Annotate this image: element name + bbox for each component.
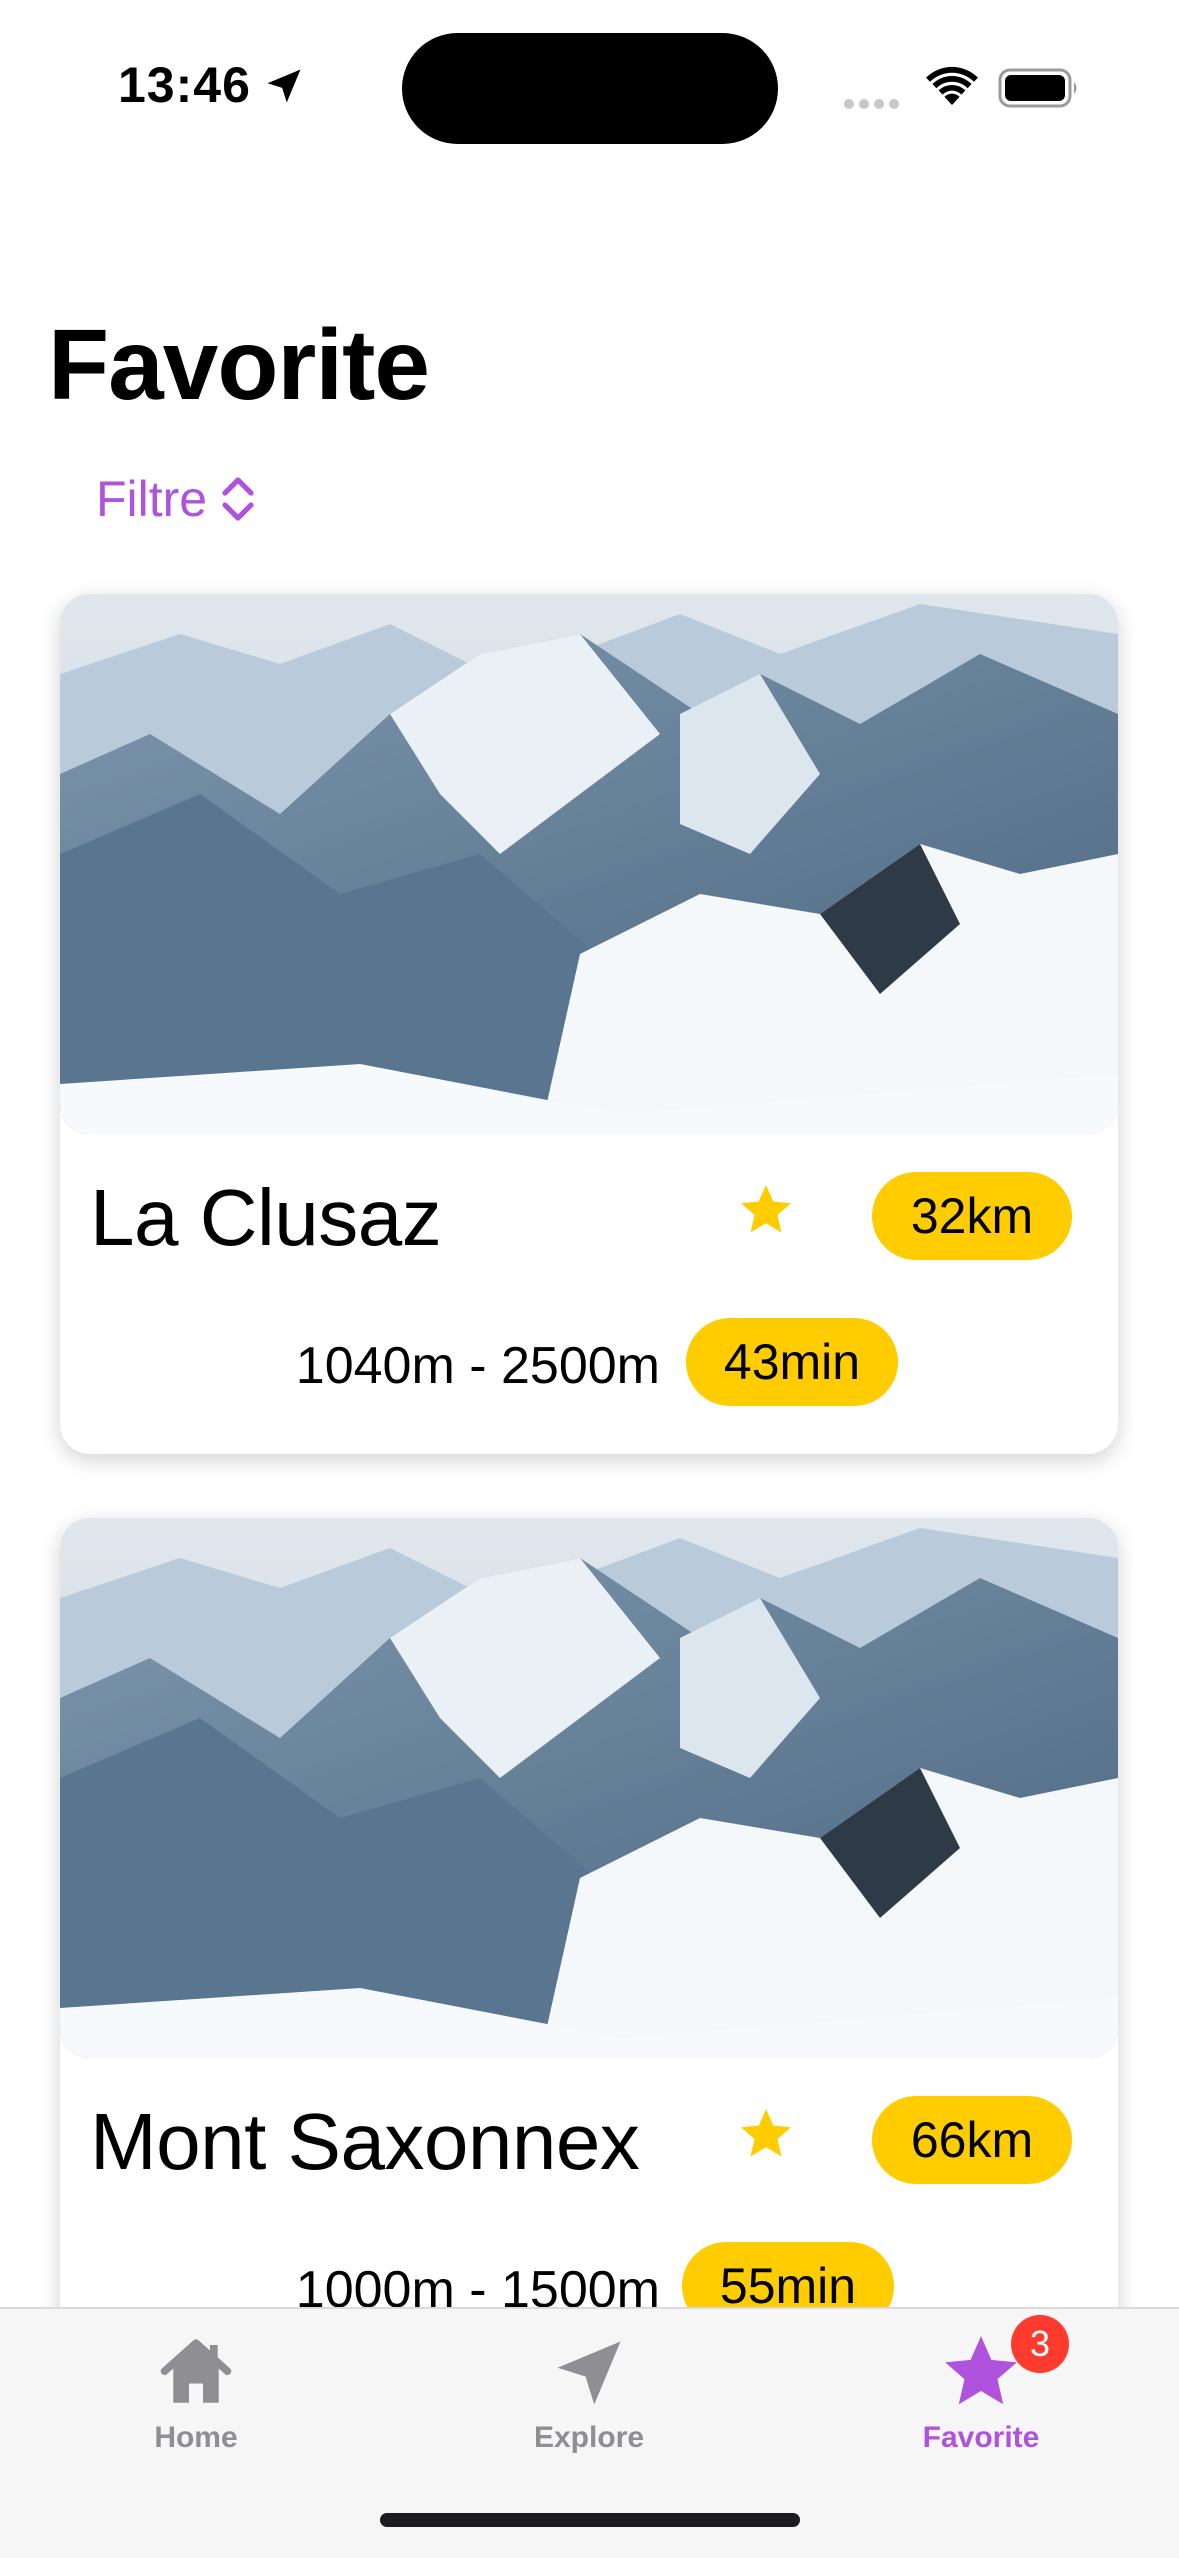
dynamic-island [402, 33, 778, 144]
distance-badge: 66km [872, 2096, 1072, 2184]
location-arrow-icon [267, 69, 301, 103]
favorite-star-icon[interactable] [736, 1180, 796, 1240]
tab-home-label: Home [154, 2421, 238, 2454]
travel-time-badge: 55min [682, 2242, 894, 2308]
tab-explore[interactable]: Explore [489, 2309, 689, 2455]
page-title: Favorite [48, 309, 430, 421]
distance-badge: 32km [872, 1172, 1072, 1260]
tab-home[interactable]: Home [96, 2309, 296, 2455]
filter-label: Filtre [96, 471, 208, 527]
altitude-range: 1000m - 1500m [295, 2261, 660, 2308]
favorite-star-icon[interactable] [736, 2104, 796, 2164]
location-arrow-icon [557, 2341, 621, 2405]
resort-name: Mont Saxonnex [90, 2097, 640, 2186]
resort-card[interactable]: La Clusaz 32km 1040m - 2500m 43min [60, 594, 1118, 1454]
mountain-photo [60, 594, 1118, 1134]
filter-button[interactable]: Filtre [96, 470, 255, 528]
cellular-signal-icon [844, 96, 904, 114]
travel-time-badge: 43min [686, 1318, 898, 1406]
tab-explore-label: Explore [533, 2421, 645, 2454]
battery-icon [998, 68, 1077, 108]
altitude-range: 1040m - 2500m [295, 1337, 660, 1395]
mountain-photo [60, 1518, 1118, 2058]
home-indicator [380, 2513, 800, 2527]
favorite-count-badge: 3 [1011, 2315, 1069, 2373]
resort-name: La Clusaz [90, 1173, 442, 1262]
chevron-up-down-icon [222, 477, 254, 521]
resort-card[interactable]: Mont Saxonnex 66km 1000m - 1500m 55min [60, 1518, 1118, 2308]
wifi-icon [926, 66, 978, 105]
status-time: 13:46 [118, 57, 251, 113]
resort-list[interactable]: La Clusaz 32km 1040m - 2500m 43min Mont … [0, 580, 1179, 2308]
tab-favorite[interactable]: Favorite 3 [881, 2309, 1081, 2455]
house-icon [160, 2339, 232, 2403]
tab-favorite-label: Favorite [922, 2421, 1040, 2454]
